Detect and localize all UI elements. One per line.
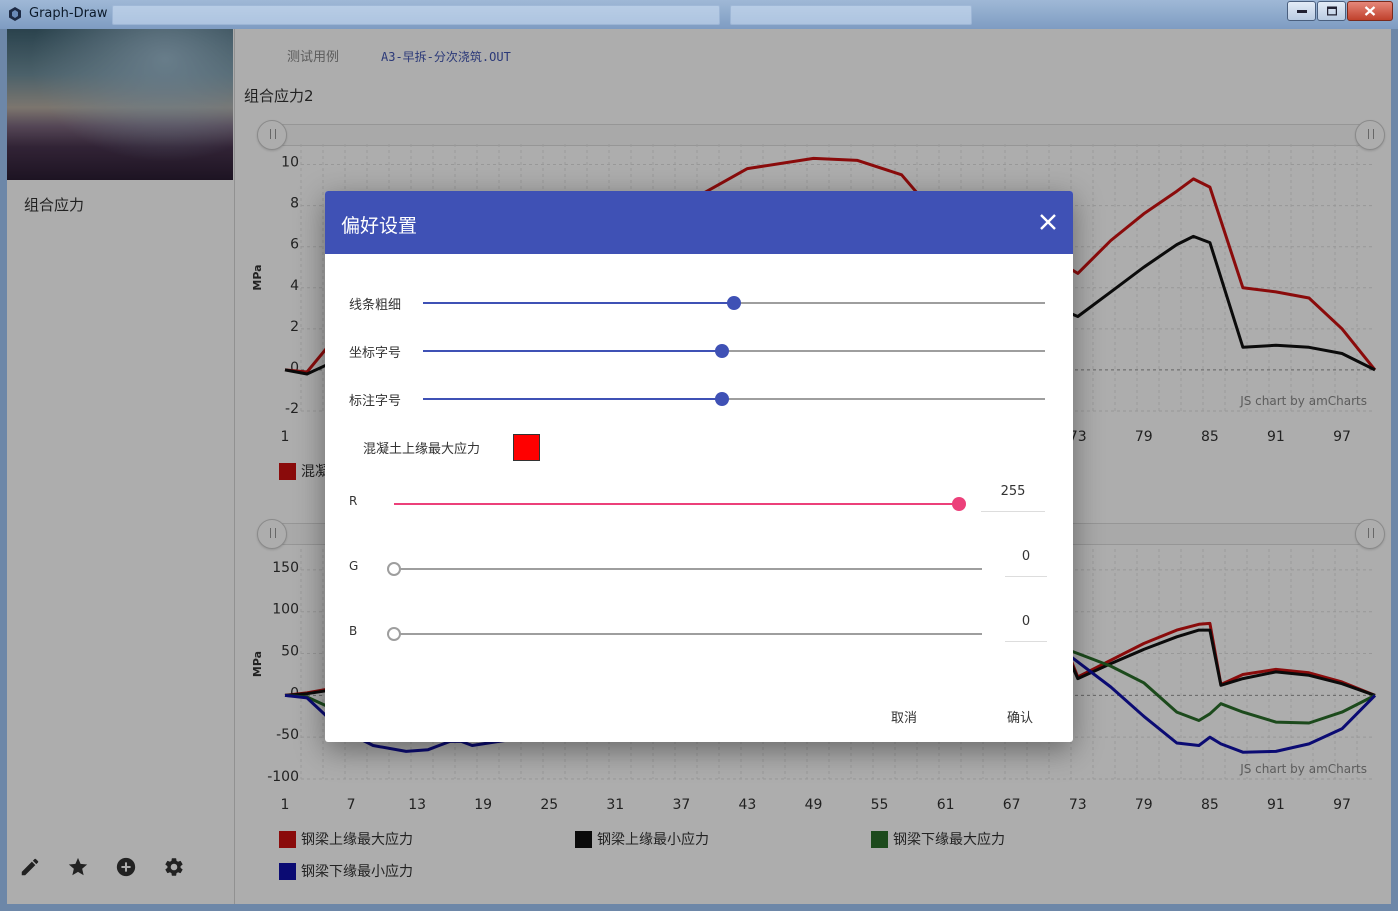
maximize-button[interactable] xyxy=(1317,1,1346,21)
series-color-swatch[interactable] xyxy=(513,434,540,461)
slider-thumb[interactable] xyxy=(952,497,966,511)
minimize-icon xyxy=(1296,10,1307,13)
line-width-label: 线条粗细 xyxy=(349,298,402,313)
address-field[interactable] xyxy=(112,5,720,25)
app-icon xyxy=(9,7,21,21)
close-icon[interactable] xyxy=(1037,211,1059,233)
annotation-font-slider[interactable] xyxy=(423,392,1045,406)
search-field[interactable] xyxy=(730,5,972,25)
cancel-button[interactable]: 取消 xyxy=(891,707,917,726)
slider-thumb[interactable] xyxy=(387,562,401,576)
slider-fill xyxy=(423,350,722,352)
window-title: Graph-Draw xyxy=(29,6,108,21)
slider-thumb[interactable] xyxy=(727,296,741,310)
preferences-dialog: 偏好设置 线条粗细 坐标字号 标注字号 混凝土上缘最大应力 R 255 G 0 … xyxy=(325,191,1073,742)
slider-fill xyxy=(394,503,959,505)
g-label: G xyxy=(349,559,359,573)
maximize-icon xyxy=(1326,6,1337,16)
g-slider[interactable] xyxy=(387,562,982,576)
annotation-font-label: 标注字号 xyxy=(349,394,402,409)
b-label: B xyxy=(349,624,358,638)
axis-font-slider[interactable] xyxy=(423,344,1045,358)
slider-thumb[interactable] xyxy=(714,392,729,406)
close-window-button[interactable] xyxy=(1347,1,1393,21)
slider-fill xyxy=(423,302,734,304)
b-slider[interactable] xyxy=(387,627,982,641)
dialog-title: 偏好设置 xyxy=(341,215,418,237)
app-client: 组合应力 测试用例 A3-早拆-分次浇筑.OUT 组合应力2 10 8 6 4 2 0 -2… xyxy=(7,29,1391,904)
r-label: R xyxy=(349,494,358,508)
window-titlebar: Graph-Draw xyxy=(0,0,1398,29)
slider-fill xyxy=(423,398,722,400)
r-slider[interactable] xyxy=(394,497,966,511)
g-value-field[interactable]: 0 xyxy=(1005,549,1047,577)
minimize-button[interactable] xyxy=(1287,1,1316,21)
dialog-header: 偏好设置 xyxy=(325,191,1073,254)
axis-font-label: 坐标字号 xyxy=(349,346,402,361)
slider-thumb[interactable] xyxy=(387,627,401,641)
b-value-field[interactable]: 0 xyxy=(1005,614,1047,642)
confirm-button[interactable]: 确认 xyxy=(1007,707,1033,726)
series-color-label: 混凝土上缘最大应力 xyxy=(363,442,481,457)
slider-thumb[interactable] xyxy=(714,344,729,358)
r-value-field[interactable]: 255 xyxy=(981,484,1045,512)
line-width-slider[interactable] xyxy=(423,296,1045,310)
close-icon xyxy=(1364,6,1376,16)
